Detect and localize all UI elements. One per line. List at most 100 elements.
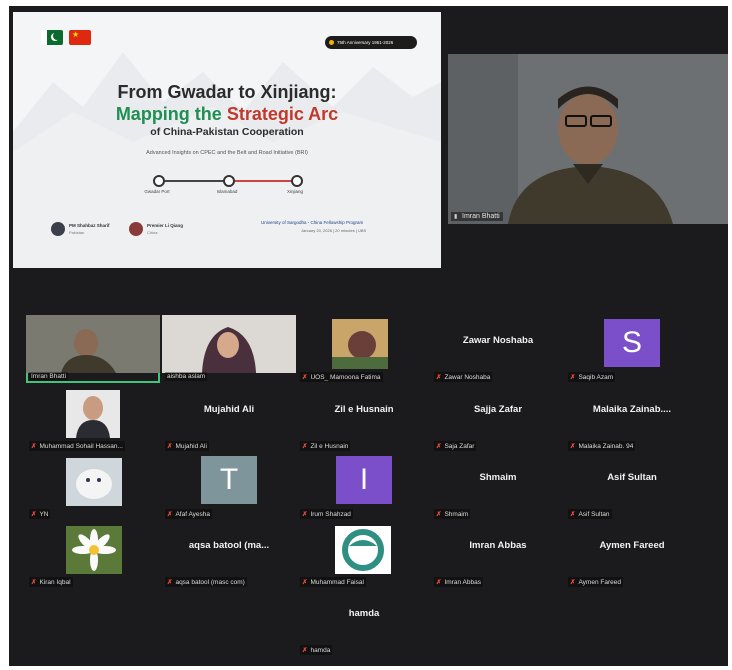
speaker-role: China (147, 230, 158, 235)
participant-display-name: Shmaim (479, 472, 517, 483)
participant-tile[interactable]: Zawar Noshaba ✗ Zawar Noshaba (431, 315, 565, 383)
participant-label: ✗ Shmaim (434, 509, 471, 519)
participant-tile[interactable]: ✗ Muhammad Faisal (297, 520, 431, 588)
speaker-avatar (129, 222, 143, 236)
mic-muted-icon: ✗ (436, 374, 442, 381)
participant-tile[interactable]: ✗ YN (26, 452, 160, 520)
participant-tile[interactable]: Imran Bhatti (26, 315, 160, 383)
participant-tile[interactable]: Aymen Fareed ✗ Aymen Fareed (565, 520, 699, 588)
timeline-label: Gwadar Port (144, 189, 170, 194)
participant-label: ✗ UOS_ Mamoona Fatima (300, 372, 383, 382)
participant-photo (332, 319, 388, 369)
participant-tile[interactable]: Mujahid Ali ✗ Mujahid Ali (162, 384, 296, 452)
shared-slide: ★ 75th Anniversary 1951-2026 From Gwadar… (13, 12, 441, 268)
participant-display-name: Imran Abbas (469, 540, 527, 551)
participant-display-name: Asif Sultan (607, 472, 657, 483)
mic-muted-icon: ✗ (302, 443, 308, 450)
participant-tile[interactable]: I ✗ Irum Shahzad (297, 452, 431, 520)
speaker-role: Pakistan (69, 230, 85, 235)
participant-label: ✗ Zawar Noshaba (434, 372, 493, 382)
participant-photo (335, 526, 391, 574)
participant-photo (66, 390, 120, 438)
participant-tile[interactable]: aishba aslam (162, 315, 296, 383)
timeline-segment (229, 180, 297, 182)
participant-tile[interactable]: Zil e Husnain ✗ Zil e Husnain (297, 384, 431, 452)
mic-muted-icon: ✗ (167, 579, 173, 586)
meeting-window: ★ 75th Anniversary 1951-2026 From Gwadar… (9, 6, 728, 666)
participant-photo (66, 458, 122, 506)
participant-figure (26, 315, 160, 373)
participant-label: ✗ aqsa batool (masc com) (165, 577, 247, 587)
timeline-label: Xinjiang (286, 189, 303, 194)
participant-tile[interactable]: hamda ✗ hamda (297, 588, 431, 656)
slide-subtitle: Advanced Insights on CPEC and the Belt a… (146, 150, 308, 156)
participant-tile[interactable]: T ✗ Afaf Ayesha (162, 452, 296, 520)
slide-title-line3: of China-Pakistan Cooperation (150, 126, 304, 138)
speaker-name: Premier Li Qiang (147, 223, 184, 228)
signal-icon: ▮ (454, 214, 458, 220)
speaker-name-tag: ▮ Imran Bhatti (451, 212, 503, 221)
participant-label: ✗ Afaf Ayesha (165, 509, 213, 519)
participant-display-name: Sajja Zafar (473, 404, 523, 415)
speaker-name: PM Shahbaz Sharif (69, 223, 110, 228)
participant-display-name: Mujahid Ali (203, 404, 255, 415)
participant-label: ✗ hamda (300, 645, 333, 655)
participant-label: ✗ Zil e Husnain (300, 441, 351, 451)
china-flag-icon: ★ (69, 30, 91, 45)
participant-tile[interactable]: Shmaim ✗ Shmaim (431, 452, 565, 520)
participant-label: ✗ Malaika Zainab. 94 (568, 441, 636, 451)
mic-muted-icon: ✗ (31, 511, 37, 518)
participant-photo (66, 526, 122, 574)
participant-label: ✗ YN (29, 509, 51, 519)
speaker-avatar (51, 222, 65, 236)
timeline-node (291, 175, 303, 187)
participant-label: ✗ Aymen Fareed (568, 577, 623, 587)
participant-video (26, 315, 160, 373)
organizer-label: University of Sargodha - China Fellowshi… (261, 220, 364, 225)
speaker-video[interactable]: ▮ Imran Bhatti (448, 54, 728, 224)
mic-muted-icon: ✗ (31, 579, 37, 586)
participant-label: ✗ Saja Zafar (434, 441, 477, 451)
participant-video (162, 315, 296, 373)
participant-tile[interactable]: Sajja Zafar ✗ Saja Zafar (431, 384, 565, 452)
participant-tile[interactable]: aqsa batool (ma... ✗ aqsa batool (masc co… (162, 520, 296, 588)
participant-tile[interactable]: ✗ Muhammad Sohail Hassan... (26, 384, 160, 452)
participant-avatar: I (336, 456, 392, 504)
mic-muted-icon: ✗ (436, 443, 442, 450)
mic-muted-icon: ✗ (570, 579, 576, 586)
participant-tile[interactable]: Imran Abbas ✗ Imran Abbas (431, 520, 565, 588)
participant-tile[interactable]: Malaika Zainab.... ✗ Malaika Zainab. 94 (565, 384, 699, 452)
participant-display-name: Malaika Zainab.... (592, 404, 672, 415)
mic-muted-icon: ✗ (570, 443, 576, 450)
participant-tile[interactable]: S ✗ Saqib Azam (565, 315, 699, 383)
participant-label: ✗ Mujahid Ali (165, 441, 209, 451)
mic-muted-icon: ✗ (570, 511, 576, 518)
participant-label: ✗ Muhammad Faisal (300, 577, 366, 587)
participant-label: ✗ Imran Abbas (434, 577, 483, 587)
participant-display-name: Aymen Fareed (599, 540, 665, 551)
timeline-node (223, 175, 235, 187)
participant-avatar: T (201, 456, 257, 504)
mic-muted-icon: ✗ (302, 647, 308, 654)
mic-muted-icon: ✗ (167, 443, 173, 450)
timeline-node (153, 175, 165, 187)
timeline-segment (159, 180, 229, 182)
slide-title-line2: Mapping the Strategic Arc (115, 104, 339, 124)
participant-label: ✗ Saqib Azam (568, 372, 616, 382)
participant-tile[interactable]: ✗ UOS_ Mamoona Fatima (297, 315, 431, 383)
slide-title-line1: From Gwadar to Xinjiang: (117, 82, 337, 102)
speaker-figure (448, 54, 728, 224)
participant-label: ✗ Asif Sultan (568, 509, 612, 519)
participant-label: aishba aslam (165, 372, 208, 381)
participant-display-name: Zil e Husnain (334, 404, 394, 415)
mic-muted-icon: ✗ (302, 511, 308, 518)
participant-label: ✗ Kiran Iqbal (29, 577, 73, 587)
participant-tile[interactable]: Asif Sultan ✗ Asif Sultan (565, 452, 699, 520)
participant-tile[interactable]: ✗ Kiran Iqbal (26, 520, 160, 588)
participant-label: Imran Bhatti (29, 372, 69, 381)
participant-figure (162, 315, 296, 373)
pakistan-flag-icon (41, 30, 63, 45)
mic-muted-icon: ✗ (436, 511, 442, 518)
mic-muted-icon: ✗ (302, 374, 308, 381)
mic-muted-icon: ✗ (570, 374, 576, 381)
